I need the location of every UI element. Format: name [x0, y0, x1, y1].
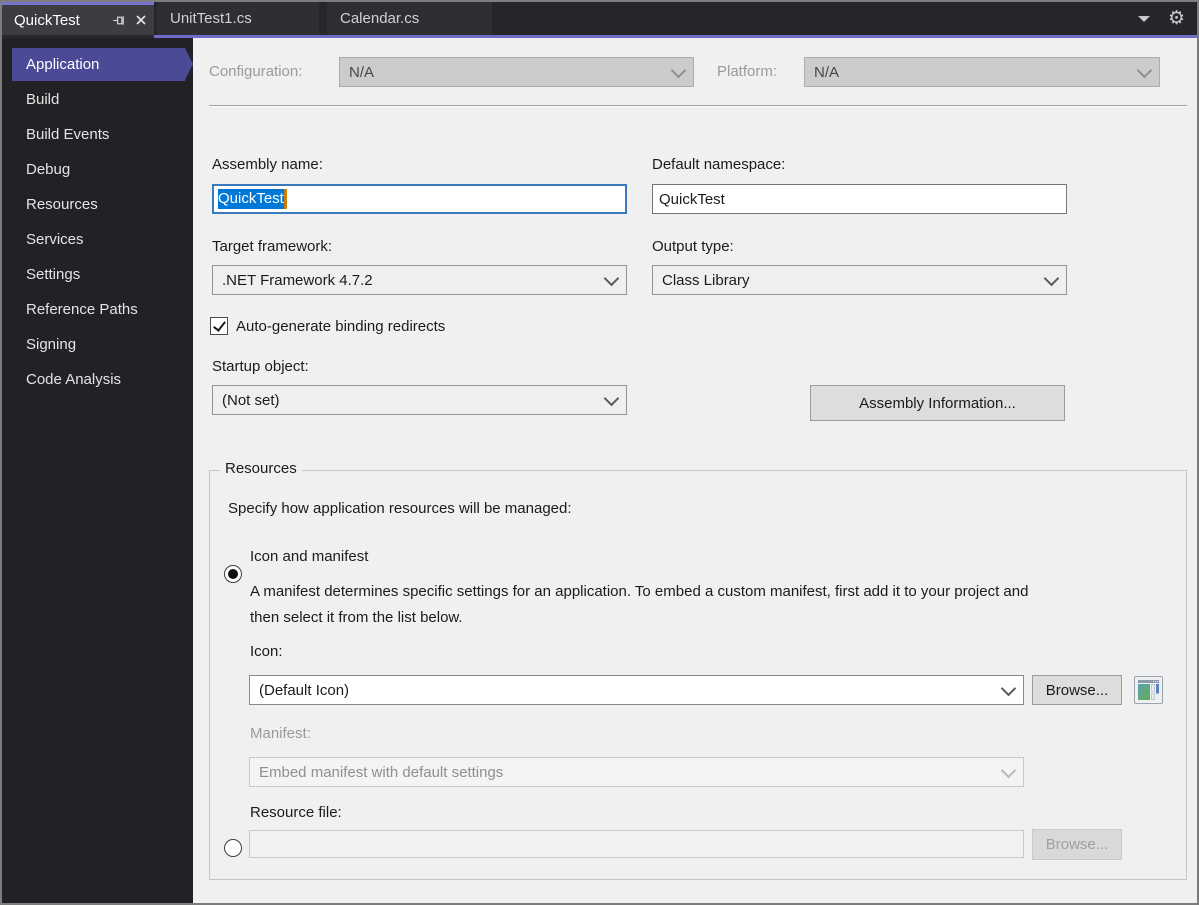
sidebar-item-label: Code Analysis [26, 371, 122, 388]
sidebar-item-label: Application [26, 56, 100, 73]
icon-and-manifest-radio[interactable] [224, 565, 242, 583]
chevron-down-icon [1136, 62, 1153, 78]
icon-label: Icon: [250, 643, 283, 660]
sidebar-item-resources[interactable]: Resources [2, 187, 193, 222]
output-type-value: Class Library [662, 271, 750, 289]
configuration-value: N/A [349, 63, 375, 81]
icon-main-pane [1138, 684, 1150, 700]
sidebar-item-reference-paths[interactable]: Reference Paths [2, 292, 193, 327]
output-type-label: Output type: [652, 238, 734, 255]
tab-unittest1[interactable]: UnitTest1.cs [157, 2, 319, 35]
sidebar-item-label: Settings [26, 266, 81, 283]
sidebar-item-label: Services [26, 231, 84, 248]
tab-label: Calendar.cs [340, 10, 420, 27]
resource-file-browse-button: Browse... [1032, 829, 1122, 860]
icon-and-manifest-label: Icon and manifest [250, 548, 369, 565]
platform-select[interactable]: N/A [804, 57, 1160, 87]
startup-object-value: (Not set) [222, 391, 280, 409]
manifest-combobox: Embed manifest with default settings [249, 757, 1024, 787]
text-caret [283, 189, 287, 209]
button-label: Assembly Information... [859, 394, 1016, 412]
target-framework-select[interactable]: .NET Framework 4.7.2 [212, 265, 627, 295]
assembly-name-label: Assembly name: [212, 156, 323, 173]
icon-pane [1151, 692, 1155, 700]
resource-file-label: Resource file: [250, 804, 342, 821]
icon-browse-button[interactable]: Browse... [1032, 675, 1122, 705]
tab-quicktest[interactable]: QuickTest [2, 2, 154, 38]
auto-generate-binding-redirects-label: Auto-generate binding redirects [236, 318, 446, 335]
startup-object-select[interactable]: (Not set) [212, 385, 627, 415]
platform-value: N/A [814, 63, 840, 81]
sidebar-item-label: Resources [26, 196, 98, 213]
configuration-label: Configuration: [209, 63, 303, 80]
chevron-down-icon [603, 270, 620, 286]
pin-icon[interactable] [110, 11, 128, 29]
resource-file-radio[interactable] [224, 839, 242, 857]
assembly-name-value: QuickTest [218, 189, 284, 209]
manifest-description-text: A manifest determines specific settings … [250, 583, 1029, 626]
tab-bar-actions: ⚙ [1137, 2, 1185, 35]
sidebar-item-label: Debug [26, 161, 71, 178]
manifest-label: Manifest: [250, 725, 311, 742]
button-label: Browse... [1045, 836, 1109, 853]
sidebar-item-build[interactable]: Build [2, 82, 193, 117]
sidebar-item-label: Signing [26, 336, 77, 353]
sidebar-item-debug[interactable]: Debug [2, 152, 193, 187]
application-page: Configuration: N/A Platform: N/A Assembl… [193, 38, 1197, 903]
default-namespace-label: Default namespace: [652, 156, 786, 173]
sidebar-item-label: Build Events [26, 126, 110, 143]
tab-label: QuickTest [14, 11, 80, 29]
chevron-down-icon[interactable] [1137, 15, 1150, 22]
close-icon[interactable] [132, 11, 150, 29]
separator [209, 105, 1187, 107]
gear-icon[interactable]: ⚙ [1168, 9, 1185, 28]
auto-generate-binding-redirects-checkbox[interactable] [210, 317, 228, 335]
icon-pane [1151, 684, 1155, 692]
resource-file-input [249, 830, 1024, 858]
icon-value: (Default Icon) [259, 681, 350, 699]
assembly-name-input[interactable]: QuickTest [212, 184, 627, 214]
resources-legend: Resources [220, 460, 302, 477]
default-icon-preview [1134, 676, 1163, 704]
tab-calendar[interactable]: Calendar.cs [327, 2, 492, 35]
chevron-down-icon [1000, 762, 1017, 778]
default-namespace-input[interactable] [652, 184, 1067, 214]
assembly-information-button[interactable]: Assembly Information... [810, 385, 1065, 421]
sidebar-item-application[interactable]: Application [12, 48, 193, 81]
icon-scrollbar [1156, 684, 1159, 700]
chevron-down-icon [670, 62, 687, 78]
target-framework-label: Target framework: [212, 238, 333, 255]
icon-titlebar [1138, 680, 1159, 683]
icon-body [1138, 684, 1159, 700]
tab-label: UnitTest1.cs [170, 10, 252, 27]
icon-combobox[interactable]: (Default Icon) [249, 675, 1024, 705]
sidebar-item-settings[interactable]: Settings [2, 257, 193, 292]
sidebar-item-signing[interactable]: Signing [2, 327, 193, 362]
output-type-select[interactable]: Class Library [652, 265, 1067, 295]
resources-intro-text: Specify how application resources will b… [228, 500, 572, 517]
chevron-down-icon [1000, 680, 1017, 696]
sidebar-item-label: Reference Paths [26, 301, 138, 318]
platform-label: Platform: [717, 63, 778, 80]
properties-sidebar: Application Build Build Events Debug Res… [2, 38, 193, 903]
button-label: Browse... [1045, 681, 1109, 699]
chevron-down-icon [603, 390, 620, 406]
startup-object-label: Startup object: [212, 358, 309, 375]
sidebar-item-label: Build [26, 91, 60, 108]
icon-side-panes [1151, 684, 1155, 700]
sidebar-item-services[interactable]: Services [2, 222, 193, 257]
project-properties-window: QuickTest UnitTest1.cs Calendar.cs ⚙ App… [0, 0, 1199, 905]
sidebar-item-build-events[interactable]: Build Events [2, 117, 193, 152]
document-tab-bar: QuickTest UnitTest1.cs Calendar.cs ⚙ [2, 2, 1197, 38]
sidebar-item-code-analysis[interactable]: Code Analysis [2, 362, 193, 397]
target-framework-value: .NET Framework 4.7.2 [222, 271, 373, 289]
chevron-down-icon [1043, 270, 1060, 286]
manifest-value: Embed manifest with default settings [259, 763, 504, 781]
configuration-select[interactable]: N/A [339, 57, 694, 87]
